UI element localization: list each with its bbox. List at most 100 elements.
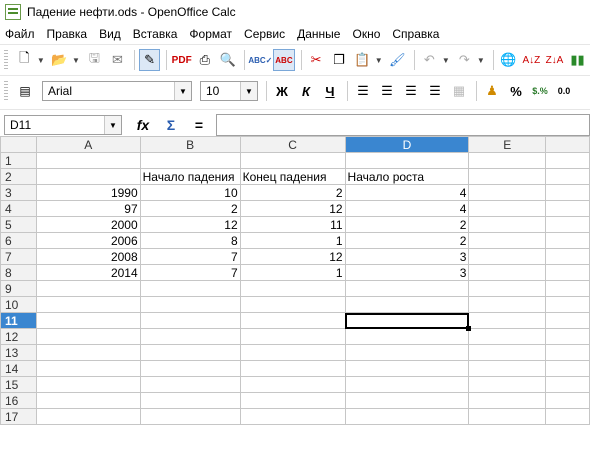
paste-dropdown-icon[interactable]: ▼ (375, 56, 383, 65)
cell-c11[interactable] (239, 312, 346, 329)
cell-f4[interactable] (545, 200, 590, 217)
italic-button[interactable]: К (295, 80, 317, 102)
cell-a8[interactable]: 2014 (35, 264, 141, 281)
hyperlink-icon[interactable]: 🌐 (498, 49, 519, 71)
row-header[interactable]: 8 (0, 264, 37, 281)
cell-c4[interactable]: 12 (239, 200, 346, 217)
cell-a7[interactable]: 2008 (35, 248, 141, 265)
toolbar-grip[interactable] (4, 81, 8, 101)
sort-descending-icon[interactable]: Z↓A (544, 49, 565, 71)
cell-d3[interactable]: 4 (344, 184, 470, 201)
row-header[interactable]: 13 (0, 344, 37, 361)
cell-a2[interactable] (35, 168, 141, 185)
cell-e4[interactable] (468, 200, 547, 217)
chevron-down-icon[interactable]: ▼ (174, 82, 191, 100)
cell-e14[interactable] (468, 360, 547, 377)
cell-a5[interactable]: 2000 (35, 216, 141, 233)
function-wizard-button[interactable]: fx (132, 114, 154, 136)
new-icon[interactable]: 🗋 (14, 49, 35, 71)
currency-icon[interactable]: ♟ (481, 80, 503, 102)
redo-dropdown-icon[interactable]: ▼ (477, 56, 485, 65)
align-left-icon[interactable]: ☰ (352, 80, 374, 102)
cell-a12[interactable] (35, 328, 141, 345)
cell-c17[interactable] (239, 408, 346, 425)
cell-a11[interactable] (35, 312, 141, 329)
cell-a6[interactable]: 2006 (35, 232, 141, 249)
cell-d1[interactable] (344, 152, 470, 169)
print-preview-icon[interactable]: 🔍 (217, 49, 238, 71)
row-header[interactable]: 15 (0, 376, 37, 393)
cell-f5[interactable] (545, 216, 590, 233)
menu-file[interactable]: Файл (5, 27, 35, 41)
menu-help[interactable]: Справка (392, 27, 439, 41)
cell-a16[interactable] (35, 392, 141, 409)
cell-f12[interactable] (545, 328, 590, 345)
cell-f10[interactable] (545, 296, 590, 313)
cell-b4[interactable]: 2 (139, 200, 241, 217)
cell-c6[interactable]: 1 (239, 232, 346, 249)
formula-input[interactable] (216, 114, 590, 136)
cell-b5[interactable]: 12 (139, 216, 241, 233)
cell-e5[interactable] (468, 216, 547, 233)
cell-b6[interactable]: 8 (139, 232, 241, 249)
cell-e9[interactable] (468, 280, 547, 297)
cell-b13[interactable] (139, 344, 241, 361)
cell-b14[interactable] (139, 360, 241, 377)
cell-f8[interactable] (545, 264, 590, 281)
cell-f14[interactable] (545, 360, 590, 377)
cell-d16[interactable] (344, 392, 470, 409)
autospellcheck-icon[interactable]: ABC (273, 49, 295, 71)
cell-b2[interactable]: Начало падения (139, 168, 241, 185)
cell-c16[interactable] (239, 392, 346, 409)
name-box[interactable]: D11 ▼ (4, 115, 122, 135)
menu-format[interactable]: Формат (189, 27, 232, 41)
spellcheck-icon[interactable]: ABC✓ (248, 49, 272, 71)
cell-b15[interactable] (139, 376, 241, 393)
row-header[interactable]: 12 (0, 328, 37, 345)
row-header[interactable]: 2 (0, 168, 37, 185)
row-header[interactable]: 6 (0, 232, 37, 249)
cell-b1[interactable] (139, 152, 241, 169)
cell-d7[interactable]: 3 (344, 248, 470, 265)
toolbar-grip[interactable] (4, 50, 8, 70)
cell-d14[interactable] (344, 360, 470, 377)
cell-reference[interactable]: D11 (5, 118, 104, 132)
cell-c13[interactable] (239, 344, 346, 361)
cell-d12[interactable] (344, 328, 470, 345)
chevron-down-icon[interactable]: ▼ (240, 82, 257, 100)
cell-e1[interactable] (468, 152, 547, 169)
row-header[interactable]: 10 (0, 296, 37, 313)
cell-a9[interactable] (35, 280, 141, 297)
cell-e13[interactable] (468, 344, 547, 361)
cell-f6[interactable] (545, 232, 590, 249)
cell-f17[interactable] (545, 408, 590, 425)
row-header[interactable]: 1 (0, 152, 37, 169)
fill-handle[interactable] (466, 326, 472, 331)
cell-d2[interactable]: Начало роста (344, 168, 470, 185)
cell-a14[interactable] (35, 360, 141, 377)
cell-b12[interactable] (139, 328, 241, 345)
cell-d5[interactable]: 2 (344, 216, 470, 233)
cell-b10[interactable] (139, 296, 241, 313)
undo-dropdown-icon[interactable]: ▼ (442, 56, 450, 65)
cell-e7[interactable] (468, 248, 547, 265)
cell-d10[interactable] (344, 296, 470, 313)
align-right-icon[interactable]: ☰ (400, 80, 422, 102)
cell-f1[interactable] (545, 152, 590, 169)
cell-a13[interactable] (35, 344, 141, 361)
underline-button[interactable]: Ч (319, 80, 341, 102)
cell-f9[interactable] (545, 280, 590, 297)
cell-e8[interactable] (468, 264, 547, 281)
cell-e2[interactable] (468, 168, 547, 185)
cell-c12[interactable] (239, 328, 346, 345)
new-dropdown-icon[interactable]: ▼ (37, 56, 45, 65)
row-header[interactable]: 11 (0, 312, 37, 329)
percent-button[interactable]: % (505, 80, 527, 102)
row-header[interactable]: 17 (0, 408, 37, 425)
cell-f13[interactable] (545, 344, 590, 361)
copy-icon[interactable]: ❐ (329, 49, 350, 71)
cell-b17[interactable] (139, 408, 241, 425)
align-center-icon[interactable]: ☰ (376, 80, 398, 102)
font-size-value[interactable]: 10 (201, 84, 240, 98)
cell-f11[interactable] (545, 312, 590, 329)
